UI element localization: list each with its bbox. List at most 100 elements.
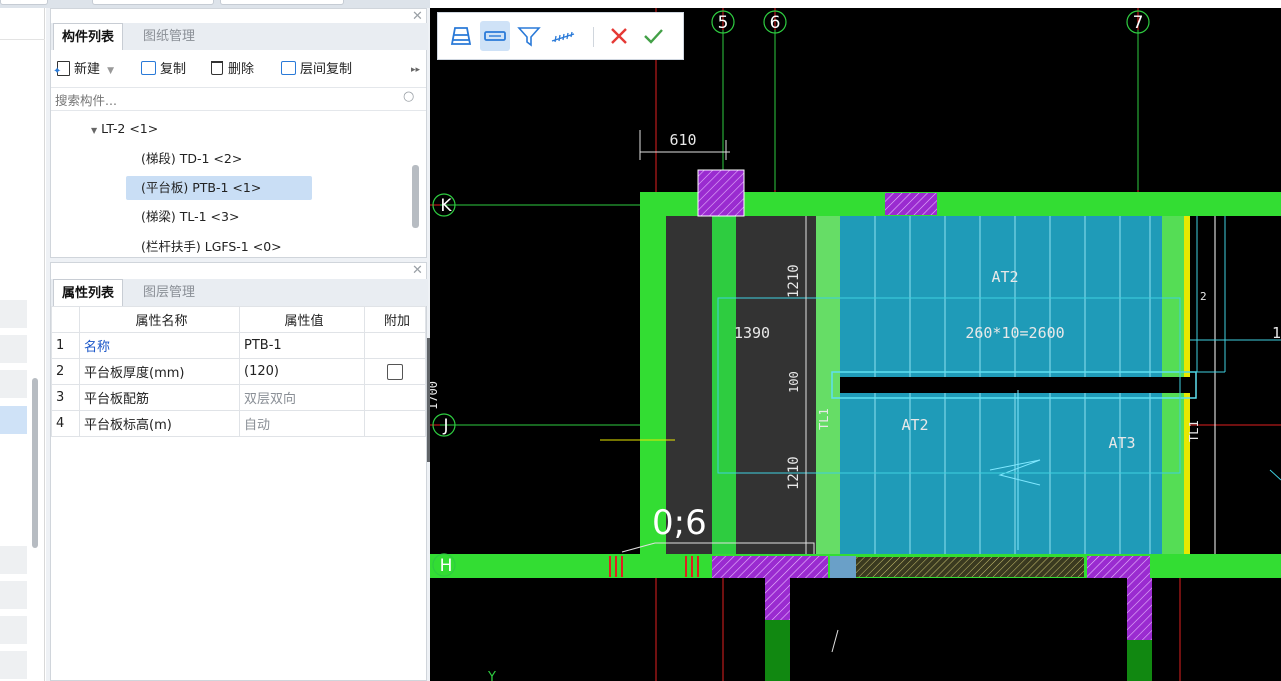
row-value[interactable]: (120) bbox=[239, 358, 365, 385]
property-table: 属性名称 属性值 附加 1 名称 PTB-1 2 平台板厚度(mm) (120)… bbox=[51, 306, 426, 437]
floor-copy-button[interactable]: 层间复制 bbox=[281, 55, 352, 85]
slab-button[interactable] bbox=[480, 21, 510, 51]
stair-edit-icon bbox=[450, 27, 472, 45]
row-name: 名称 bbox=[79, 332, 240, 359]
tab-property-list[interactable]: 属性列表 bbox=[53, 279, 124, 306]
dim-2600: 260*10=2600 bbox=[965, 324, 1064, 342]
search-input[interactable] bbox=[53, 90, 397, 110]
row-name: 平台板标高(m) bbox=[79, 410, 240, 437]
left-nav-item[interactable] bbox=[0, 335, 27, 363]
confirm-button[interactable] bbox=[638, 21, 668, 51]
left-nav-item[interactable] bbox=[0, 651, 27, 679]
row-value[interactable]: PTB-1 bbox=[239, 332, 365, 359]
tab-layer-management[interactable]: 图层管理 bbox=[135, 279, 203, 306]
chevron-down-icon[interactable]: ▼ bbox=[91, 126, 97, 135]
new-label: 新建 bbox=[74, 62, 101, 77]
property-tabbar: 属性列表 图层管理 bbox=[51, 279, 428, 306]
axis-label-5: 5 bbox=[718, 13, 729, 33]
table-row[interactable]: 2 平台板厚度(mm) (120) bbox=[51, 358, 426, 385]
left-nav-item[interactable] bbox=[0, 370, 27, 398]
stair-flight bbox=[831, 216, 1197, 554]
hatch-button[interactable] bbox=[548, 21, 578, 51]
toolbar-overflow-icon[interactable]: ▸▸ bbox=[411, 55, 420, 85]
row-name: 平台板厚度(mm) bbox=[79, 358, 240, 385]
left-nav-item-selected[interactable] bbox=[0, 406, 27, 434]
slab-icon bbox=[484, 31, 506, 41]
component-toolbar: ✦ 新建 ▼ 复制 删除 层间复制 ▸▸ bbox=[51, 55, 426, 85]
floating-toolbar bbox=[437, 12, 684, 60]
table-row[interactable]: 4 平台板标高(m) 自动 bbox=[51, 410, 426, 437]
x-axis-indicator: Y bbox=[487, 670, 496, 681]
tree-item-platform-slab[interactable]: (平台板) PTB-1 <1> bbox=[126, 176, 312, 200]
label-at2-top: AT2 bbox=[991, 268, 1018, 286]
row-extra bbox=[364, 358, 426, 385]
column-base bbox=[1127, 640, 1152, 681]
component-list-panel: ✕ 构件列表 图纸管理 ✦ 新建 ▼ 复制 删除 层间复制 ▸▸ ○ ▼ LT-2 … bbox=[50, 8, 428, 258]
tree-scrollbar[interactable] bbox=[412, 165, 419, 228]
left-nav-item[interactable] bbox=[0, 616, 27, 644]
chevron-down-icon[interactable]: ▼ bbox=[107, 66, 114, 76]
drawing-canvas[interactable]: 5 6 7 K J H 610 1390 260*10=2600 15 2 12… bbox=[430, 8, 1281, 681]
beam-strip bbox=[816, 216, 840, 554]
component-tree: ▼ LT-2 <1> (梯段) TD-1 <2> (平台板) PTB-1 <1> … bbox=[51, 113, 426, 257]
axis-label-7: 7 bbox=[1133, 13, 1144, 33]
row-value[interactable]: 双层双向 bbox=[239, 384, 365, 411]
close-icon[interactable]: ✕ bbox=[412, 263, 423, 278]
axis-label-k: K bbox=[440, 196, 452, 216]
tree-item-railing[interactable]: (栏杆扶手) LGFS-1 <0> bbox=[141, 235, 282, 259]
col-num-header bbox=[51, 306, 80, 333]
row-extra bbox=[364, 332, 426, 359]
dim-1210-bottom: 1210 bbox=[786, 456, 802, 490]
cancel-icon bbox=[611, 28, 627, 44]
filter-button[interactable] bbox=[514, 21, 544, 51]
top-tab-stub[interactable] bbox=[92, 0, 214, 5]
dim-610: 610 bbox=[669, 131, 696, 149]
left-nav-item[interactable] bbox=[0, 546, 27, 574]
left-nav-item[interactable] bbox=[0, 581, 27, 609]
dim-15: 15 bbox=[1272, 324, 1281, 342]
beam-strip bbox=[712, 216, 736, 554]
top-tab-stub[interactable] bbox=[220, 0, 344, 5]
tree-item-ladder-segment[interactable]: (梯段) TD-1 <2> bbox=[141, 147, 242, 171]
dim-100: 100 bbox=[787, 371, 801, 393]
left-nav-scrollbar[interactable] bbox=[32, 378, 38, 548]
toolbar-divider bbox=[593, 27, 594, 47]
row-extra bbox=[364, 410, 426, 437]
axis-label-j: J bbox=[442, 416, 448, 436]
new-icon: ✦ bbox=[53, 61, 70, 77]
column-base bbox=[765, 620, 790, 681]
close-icon[interactable]: ✕ bbox=[412, 9, 423, 24]
tab-drawing-management[interactable]: 图纸管理 bbox=[135, 23, 203, 50]
extra-checkbox[interactable] bbox=[387, 363, 403, 380]
left-nav-panel bbox=[0, 8, 45, 681]
row-name: 平台板配筋 bbox=[79, 384, 240, 411]
table-row[interactable]: 1 名称 PTB-1 bbox=[51, 332, 426, 359]
table-row[interactable]: 3 平台板配筋 双层双向 bbox=[51, 384, 426, 411]
tree-item-ladder-beam[interactable]: (梯梁) TL-1 <3> bbox=[141, 205, 239, 229]
left-nav-header bbox=[0, 12, 45, 40]
stair-edit-button[interactable] bbox=[446, 21, 476, 51]
floor-copy-icon bbox=[281, 61, 296, 75]
landing-slab bbox=[736, 216, 816, 554]
row-extra bbox=[364, 384, 426, 411]
tree-node-root[interactable]: ▼ LT-2 <1> bbox=[91, 117, 158, 141]
row-value[interactable]: 自动 bbox=[239, 410, 365, 437]
filter-icon bbox=[517, 27, 541, 47]
new-button[interactable]: ✦ 新建 ▼ bbox=[53, 55, 114, 85]
property-panel: ✕ 属性列表 图层管理 属性名称 属性值 附加 1 名称 PTB-1 2 平台板… bbox=[50, 262, 428, 681]
tab-component-list[interactable]: 构件列表 bbox=[53, 23, 124, 50]
property-table-header: 属性名称 属性值 附加 bbox=[51, 306, 426, 333]
col-name-header: 属性名称 bbox=[79, 306, 240, 333]
left-nav-item[interactable] bbox=[0, 300, 27, 328]
col-value-header: 属性值 bbox=[239, 306, 365, 333]
label-at3: AT3 bbox=[1108, 434, 1135, 452]
delete-button[interactable]: 删除 bbox=[211, 55, 254, 85]
delete-label: 删除 bbox=[228, 62, 255, 77]
drawing-svg[interactable]: 5 6 7 K J H 610 1390 260*10=2600 15 2 12… bbox=[430, 8, 1281, 681]
cancel-button[interactable] bbox=[604, 21, 634, 51]
top-tab-stub[interactable] bbox=[0, 0, 48, 5]
row-num: 3 bbox=[51, 384, 80, 411]
copy-button[interactable]: 复制 bbox=[141, 55, 186, 85]
search-icon[interactable]: ○ bbox=[403, 89, 414, 104]
hatch-icon bbox=[551, 31, 575, 43]
